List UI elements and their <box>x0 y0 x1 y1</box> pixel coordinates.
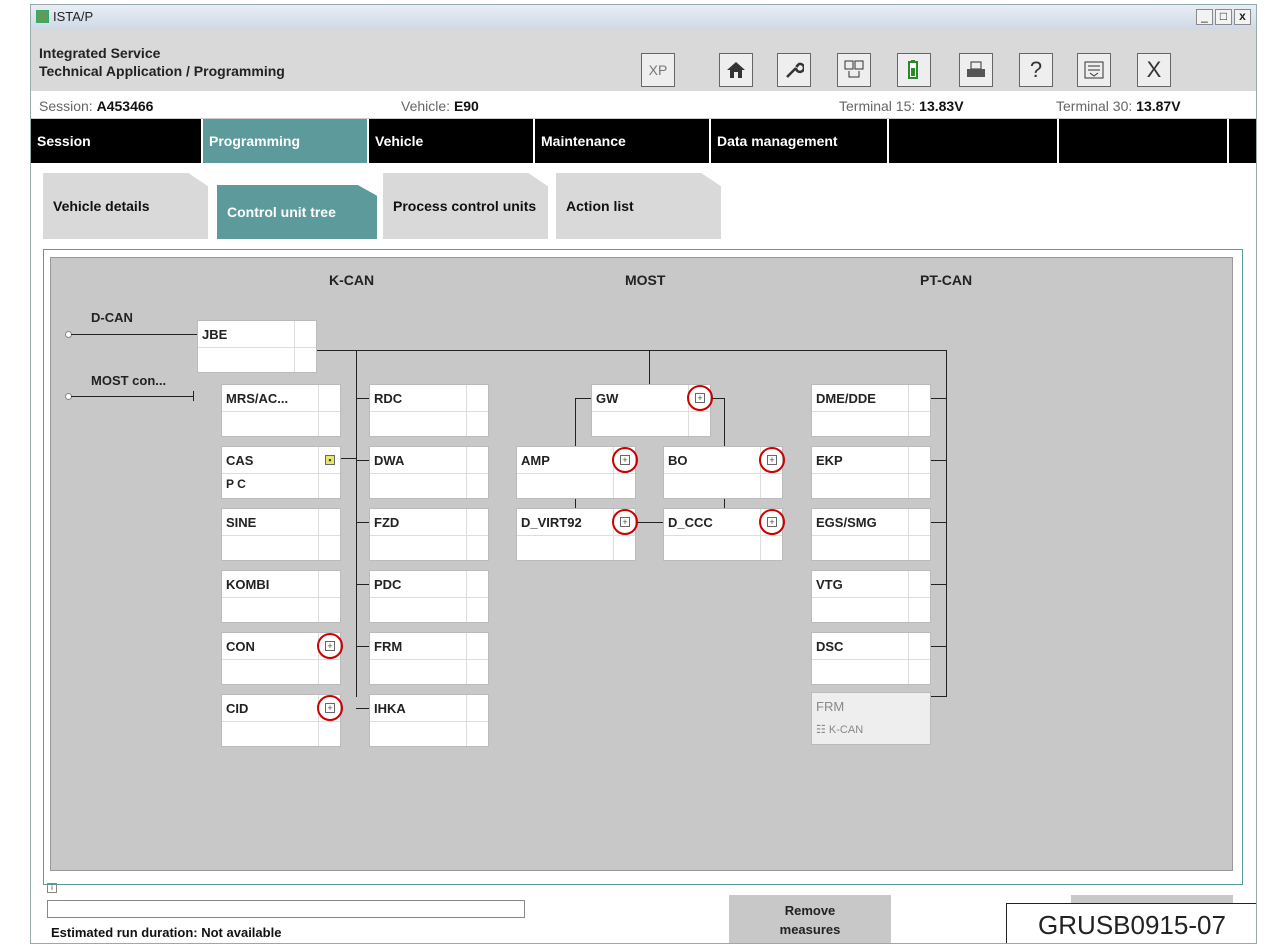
home-button[interactable] <box>719 53 753 87</box>
bus-label-kcan: K-CAN <box>329 272 375 288</box>
exit-button[interactable]: X <box>1137 53 1171 87</box>
main-nav: Session Programming Vehicle Maintenance … <box>31 119 1256 163</box>
tab-process-control-units[interactable]: Process control units <box>383 173 548 239</box>
nav-programming[interactable]: Programming <box>203 119 369 163</box>
control-unit-tree: K-CAN MOST PT-CAN D-CAN MOST con... JBE … <box>50 257 1233 871</box>
figure-id-stamp: GRUSB0915-07 <box>1006 903 1256 943</box>
status-row: Session: A453466 Vehicle: E90 Terminal 1… <box>31 91 1256 119</box>
terminal30-value: 13.87V <box>1136 98 1181 114</box>
ecu-dwa[interactable]: DWA <box>369 446 489 499</box>
list-button[interactable] <box>1077 53 1111 87</box>
ecu-cas[interactable]: CAS P C ▪ <box>221 446 341 499</box>
tab-control-unit-tree[interactable]: Control unit tree <box>217 185 377 239</box>
nav-empty-2 <box>1059 119 1229 163</box>
app-title-line2: Technical Application / Programming <box>39 63 285 79</box>
progress-bar <box>47 900 525 918</box>
nav-maintenance[interactable]: Maintenance <box>535 119 711 163</box>
highlight-ring <box>612 447 638 473</box>
maximize-button[interactable]: □ <box>1215 9 1232 25</box>
vehicle-value: E90 <box>453 98 479 114</box>
ecu-ekp[interactable]: EKP <box>811 446 931 499</box>
bus-label-most: MOST <box>625 272 666 288</box>
ecu-bo[interactable]: BO + <box>663 446 785 499</box>
title-bar: ISTA/P _ □ x <box>31 5 1256 29</box>
wrench-icon <box>786 62 804 78</box>
ecu-pdc[interactable]: PDC <box>369 570 489 623</box>
terminal15-status: Terminal 15: 13.83V <box>839 98 964 114</box>
info-icon: i <box>47 883 57 893</box>
highlight-ring <box>317 695 343 721</box>
ecu-dsc[interactable]: DSC <box>811 632 931 685</box>
app-title: Integrated Service Technical Application… <box>39 44 285 80</box>
ecu-kombi[interactable]: KOMBI <box>221 570 341 623</box>
highlight-ring <box>759 447 785 473</box>
ecu-gw[interactable]: GW + <box>591 384 713 437</box>
connection-button[interactable] <box>837 53 871 87</box>
nav-session[interactable]: Session <box>31 119 203 163</box>
connect-icon <box>844 60 864 78</box>
expand-icon[interactable]: ▪ <box>325 455 335 465</box>
print-icon <box>967 61 985 77</box>
ecu-ihka[interactable]: IHKA <box>369 694 489 747</box>
ecu-d-ccc[interactable]: D_CCC + <box>663 508 785 561</box>
highlight-ring <box>687 385 713 411</box>
ecu-fzd[interactable]: FZD <box>369 508 489 561</box>
ecu-frm-kcan-link[interactable]: FRM ☷ K-CAN <box>811 692 931 745</box>
ecu-amp[interactable]: AMP + <box>516 446 638 499</box>
nav-data-management[interactable]: Data management <box>711 119 889 163</box>
tab-vehicle-details[interactable]: Vehicle details <box>43 173 208 239</box>
app-header: Integrated Service Technical Application… <box>31 29 1256 91</box>
most-con-label: MOST con... <box>91 373 167 388</box>
ecu-vtg[interactable]: VTG <box>811 570 931 623</box>
print-button[interactable] <box>959 53 993 87</box>
battery-button[interactable] <box>897 53 931 87</box>
dcan-label: D-CAN <box>91 310 133 325</box>
xp-button[interactable]: XP <box>641 53 675 87</box>
ecu-con[interactable]: CON + <box>221 632 343 685</box>
app-window: ISTA/P _ □ x Integrated Service Technica… <box>30 4 1257 944</box>
session-status: Session: A453466 <box>39 98 154 114</box>
nav-vehicle[interactable]: Vehicle <box>369 119 535 163</box>
window-title: ISTA/P <box>53 9 94 24</box>
bus-label-ptcan: PT-CAN <box>920 272 973 288</box>
home-icon <box>727 62 745 78</box>
app-icon <box>36 10 49 23</box>
close-window-button[interactable]: x <box>1234 9 1251 25</box>
ecu-cid[interactable]: CID + <box>221 694 343 747</box>
app-title-line1: Integrated Service <box>39 45 161 61</box>
tab-action-list[interactable]: Action list <box>556 173 721 239</box>
terminal30-status: Terminal 30: 13.87V <box>1056 98 1181 114</box>
service-button[interactable] <box>777 53 811 87</box>
highlight-ring <box>612 509 638 535</box>
ecu-frm[interactable]: FRM <box>369 632 489 685</box>
highlight-ring <box>317 633 343 659</box>
ecu-d-virt92[interactable]: D_VIRT92 + <box>516 508 638 561</box>
ecu-rdc[interactable]: RDC <box>369 384 489 437</box>
help-button[interactable]: ? <box>1019 53 1053 87</box>
terminal15-value: 13.83V <box>919 98 964 114</box>
ecu-sine[interactable]: SINE <box>221 508 341 561</box>
battery-icon <box>908 60 918 79</box>
ecu-jbe[interactable]: JBE <box>197 320 317 373</box>
vehicle-status: Vehicle: E90 <box>401 98 479 114</box>
session-value: A453466 <box>96 98 154 114</box>
ecu-mrs[interactable]: MRS/AC... <box>221 384 341 437</box>
highlight-ring <box>759 509 785 535</box>
minimize-button[interactable]: _ <box>1196 9 1213 25</box>
ecu-egs-smg[interactable]: EGS/SMG <box>811 508 931 561</box>
ecu-dme-dde[interactable]: DME/DDE <box>811 384 931 437</box>
nav-empty-1 <box>889 119 1059 163</box>
remove-measures-button[interactable]: Remove measures <box>729 895 891 943</box>
estimated-duration: Estimated run duration: Not available <box>51 925 282 940</box>
list-icon <box>1084 61 1104 79</box>
kcan-link-label: ☷ K-CAN <box>816 724 864 736</box>
